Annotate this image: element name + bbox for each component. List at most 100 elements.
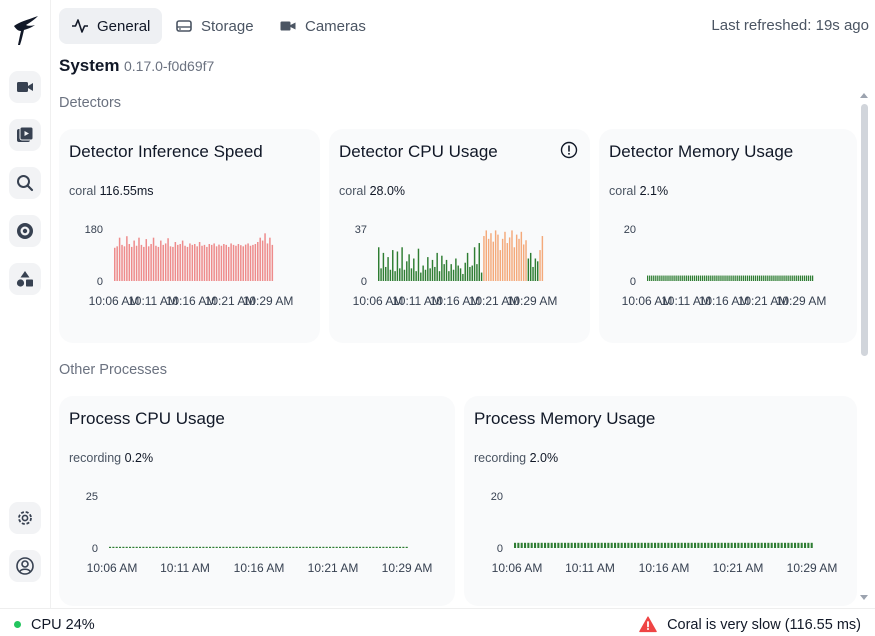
chart-bar[interactable] [205, 546, 208, 548]
chart-bar[interactable] [160, 240, 162, 281]
chart-bar[interactable] [527, 258, 530, 281]
chart-bar[interactable] [779, 275, 781, 281]
chart-bar[interactable] [462, 273, 464, 281]
chart-bar[interactable] [165, 546, 168, 548]
chart-bar[interactable] [478, 243, 480, 281]
chart-bar[interactable] [634, 542, 637, 548]
chart-bar[interactable] [203, 244, 206, 281]
chart-bar[interactable] [600, 542, 603, 548]
chart-bar[interactable] [736, 275, 738, 281]
chart-bar[interactable] [235, 245, 237, 281]
sidebar-item-account[interactable] [9, 550, 41, 582]
chart-bar[interactable] [249, 245, 252, 281]
chart-bar[interactable] [242, 246, 244, 281]
chart-bar[interactable] [150, 244, 152, 281]
chart-bar[interactable] [532, 266, 534, 281]
chart-bar[interactable] [620, 542, 623, 548]
chart-bar[interactable] [574, 542, 577, 548]
chart-bar[interactable] [455, 258, 457, 281]
chart-bar[interactable] [714, 542, 717, 548]
chart-bar[interactable] [365, 546, 368, 548]
chart-bar[interactable] [564, 542, 567, 548]
chart-bar[interactable] [319, 546, 322, 548]
chart-bar[interactable] [285, 546, 288, 548]
chart-bar[interactable] [794, 542, 797, 548]
chart-bar[interactable] [380, 268, 382, 281]
chart-bar[interactable] [522, 244, 525, 281]
chart-bar[interactable] [637, 542, 640, 548]
chart-bar[interactable] [763, 275, 765, 281]
chart-bar[interactable] [726, 275, 728, 281]
chart-bar[interactable] [443, 264, 445, 281]
chart-bar[interactable] [671, 275, 673, 281]
chart-bar[interactable] [292, 546, 295, 548]
chart-bar[interactable] [389, 269, 392, 281]
chart-bar[interactable] [264, 233, 266, 281]
chart-bar[interactable] [501, 238, 504, 281]
chart-bar[interactable] [457, 265, 459, 281]
chart-bar[interactable] [215, 546, 218, 548]
chart-bar[interactable] [714, 275, 716, 281]
chart-bar[interactable] [777, 275, 779, 281]
app-logo-icon[interactable] [11, 14, 41, 48]
chart-bar[interactable] [657, 542, 660, 548]
chart-bar[interactable] [299, 546, 302, 548]
chart-bar[interactable] [677, 275, 679, 281]
chart-bar[interactable] [644, 542, 647, 548]
chart-bar[interactable] [730, 542, 733, 548]
chart-bar[interactable] [109, 546, 112, 548]
chart-bar[interactable] [807, 542, 810, 548]
chart-bar[interactable] [121, 244, 123, 281]
chart-bar[interactable] [747, 542, 750, 548]
chart-bar[interactable] [417, 248, 420, 281]
chart-bar[interactable] [240, 245, 242, 281]
chart-bar[interactable] [554, 542, 557, 548]
chart-bar[interactable] [704, 275, 706, 281]
chart-bar[interactable] [119, 546, 122, 548]
chart-bar[interactable] [392, 250, 394, 281]
chart-bar[interactable] [640, 542, 643, 548]
chart-bar[interactable] [322, 546, 325, 548]
chart-bar[interactable] [550, 542, 553, 548]
chart-bar[interactable] [665, 275, 667, 281]
chart-bar[interactable] [499, 250, 502, 281]
chart-bar[interactable] [112, 546, 115, 548]
chart-bar[interactable] [259, 546, 262, 548]
chart-bar[interactable] [116, 246, 118, 281]
chart-bar[interactable] [587, 542, 590, 548]
chart-bar[interactable] [513, 247, 516, 281]
chart-bar[interactable] [610, 542, 613, 548]
chart-bar[interactable] [424, 269, 427, 281]
chart-bar[interactable] [189, 546, 192, 548]
chart-bar[interactable] [754, 542, 757, 548]
chart-bar[interactable] [525, 240, 527, 281]
chart-bar[interactable] [667, 275, 669, 281]
chart-bar[interactable] [529, 252, 532, 281]
chart-bar[interactable] [661, 275, 663, 281]
chart-bar[interactable] [724, 275, 726, 281]
chart-bar[interactable] [389, 546, 392, 548]
chart-bar[interactable] [693, 275, 696, 281]
sidebar-item-objects[interactable] [9, 263, 41, 295]
chart-bar[interactable] [471, 265, 473, 281]
chart-bar[interactable] [392, 546, 395, 548]
chart-bar[interactable] [212, 546, 215, 548]
chart-bar[interactable] [175, 546, 178, 548]
chart-bar[interactable] [174, 242, 177, 281]
chart-bar[interactable] [771, 275, 773, 281]
chart-bar[interactable] [687, 275, 689, 281]
chart-bar[interactable] [401, 247, 403, 281]
chart-bar[interactable] [159, 546, 162, 548]
chart-bar[interactable] [179, 546, 182, 548]
chart-bar[interactable] [242, 546, 245, 548]
chart-bar[interactable] [727, 542, 730, 548]
chart-bar[interactable] [724, 542, 727, 548]
chart-bar[interactable] [126, 236, 128, 281]
chart-bar[interactable] [167, 238, 169, 281]
chart-bar[interactable] [252, 546, 255, 548]
chart-bar[interactable] [382, 252, 385, 281]
chart-bar[interactable] [540, 542, 543, 548]
chart-bar[interactable] [624, 542, 627, 548]
chart-bar[interactable] [584, 542, 587, 548]
chart-bar[interactable] [797, 275, 799, 281]
